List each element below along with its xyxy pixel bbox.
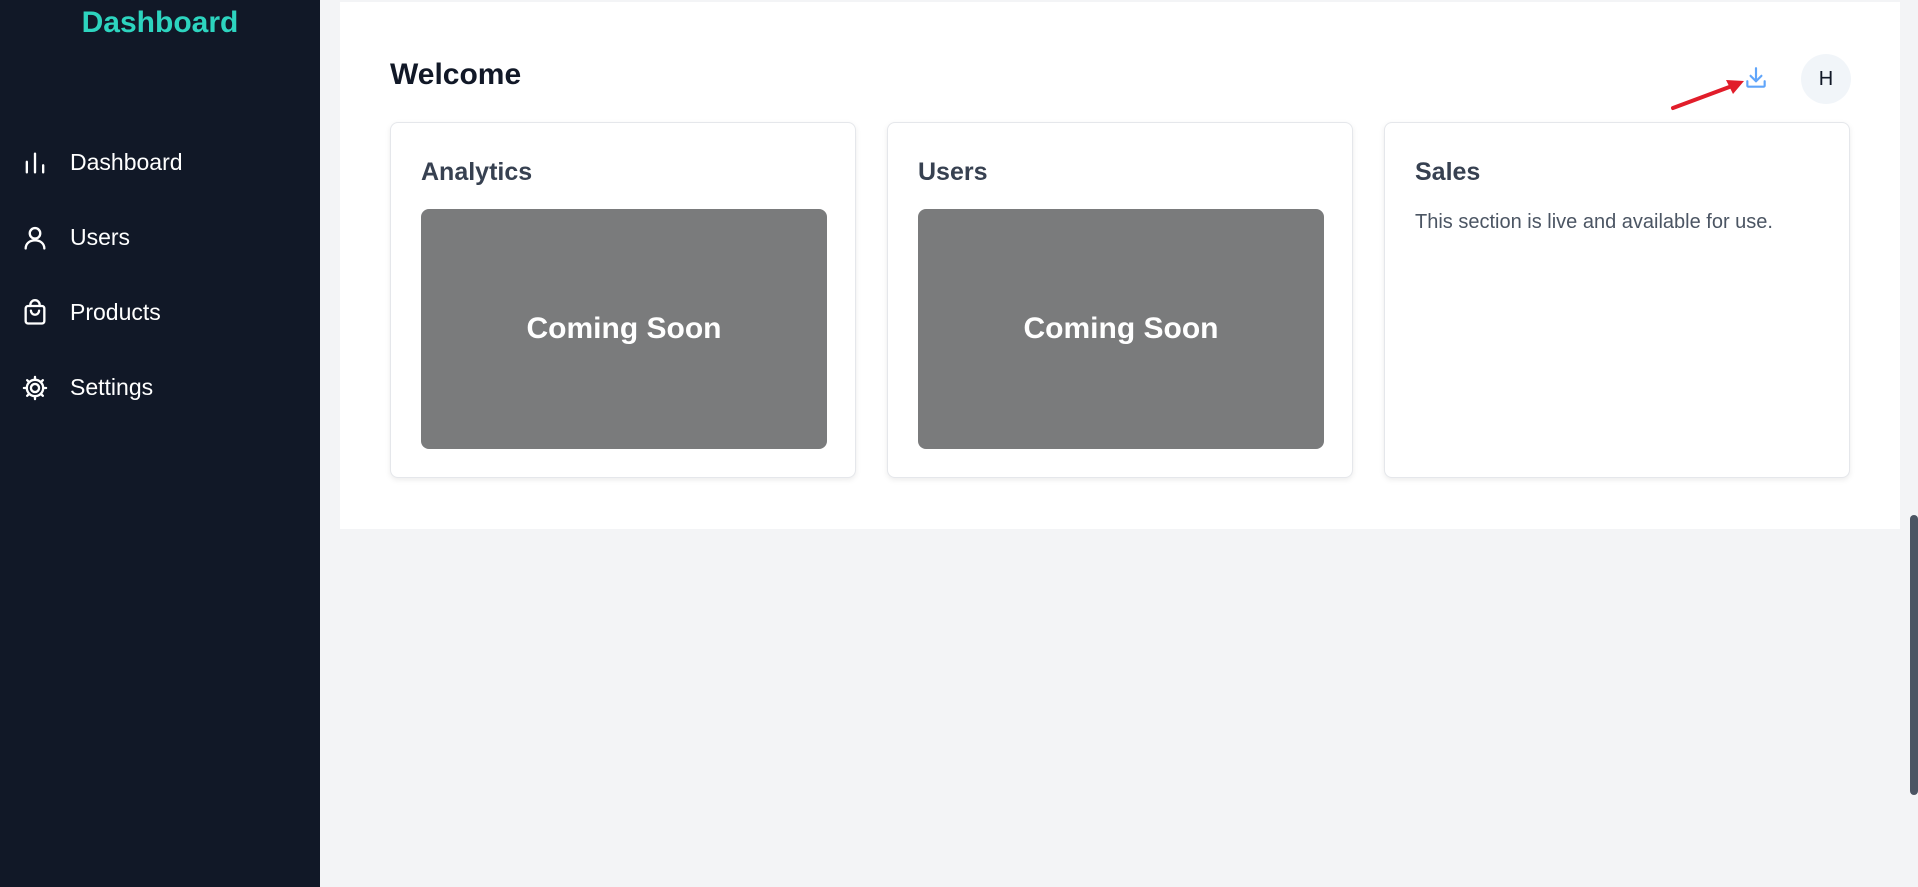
sidebar-item-label: Users <box>70 224 131 250</box>
download-button[interactable] <box>1742 64 1770 92</box>
download-icon <box>1746 67 1766 88</box>
main-panel: Welcome H Analytics Coming Soon Users Co… <box>340 2 1900 529</box>
sidebar-item-settings[interactable]: Settings <box>0 350 320 425</box>
sidebar: Dashboard Dashboard Users Products Setti… <box>0 0 320 887</box>
sales-card: Sales This section is live and available… <box>1384 122 1850 478</box>
card-grid: Analytics Coming Soon Users Coming Soon … <box>390 122 1850 478</box>
gear-icon <box>20 373 50 403</box>
analytics-card: Analytics Coming Soon <box>390 122 856 478</box>
user-icon <box>20 223 50 253</box>
users-card: Users Coming Soon <box>887 122 1353 478</box>
sidebar-item-label: Products <box>70 299 161 325</box>
sidebar-item-label: Dashboard <box>70 149 183 175</box>
sidebar-item-products[interactable]: Products <box>0 275 320 350</box>
card-title: Sales <box>1415 158 1481 186</box>
card-title: Analytics <box>421 158 533 186</box>
card-description: This section is live and available for u… <box>1415 211 1773 233</box>
sidebar-nav: Dashboard Users Products Settings <box>0 125 320 425</box>
avatar[interactable]: H <box>1801 54 1851 104</box>
sidebar-item-dashboard[interactable]: Dashboard <box>0 125 320 200</box>
coming-soon-placeholder: Coming Soon <box>918 209 1324 449</box>
sidebar-item-users[interactable]: Users <box>0 200 320 275</box>
annotation-arrow-icon <box>1671 80 1744 110</box>
brand-title: Dashboard <box>81 6 239 39</box>
coming-soon-placeholder: Coming Soon <box>421 209 827 449</box>
bar-chart-icon <box>20 148 50 178</box>
card-title: Users <box>918 158 988 186</box>
page-title: Welcome <box>390 58 522 91</box>
scrollbar-thumb[interactable] <box>1910 515 1918 795</box>
app: Dashboard Dashboard Users Products Setti… <box>0 0 1918 887</box>
sidebar-item-label: Settings <box>70 374 154 400</box>
shopping-bag-icon <box>20 298 50 328</box>
